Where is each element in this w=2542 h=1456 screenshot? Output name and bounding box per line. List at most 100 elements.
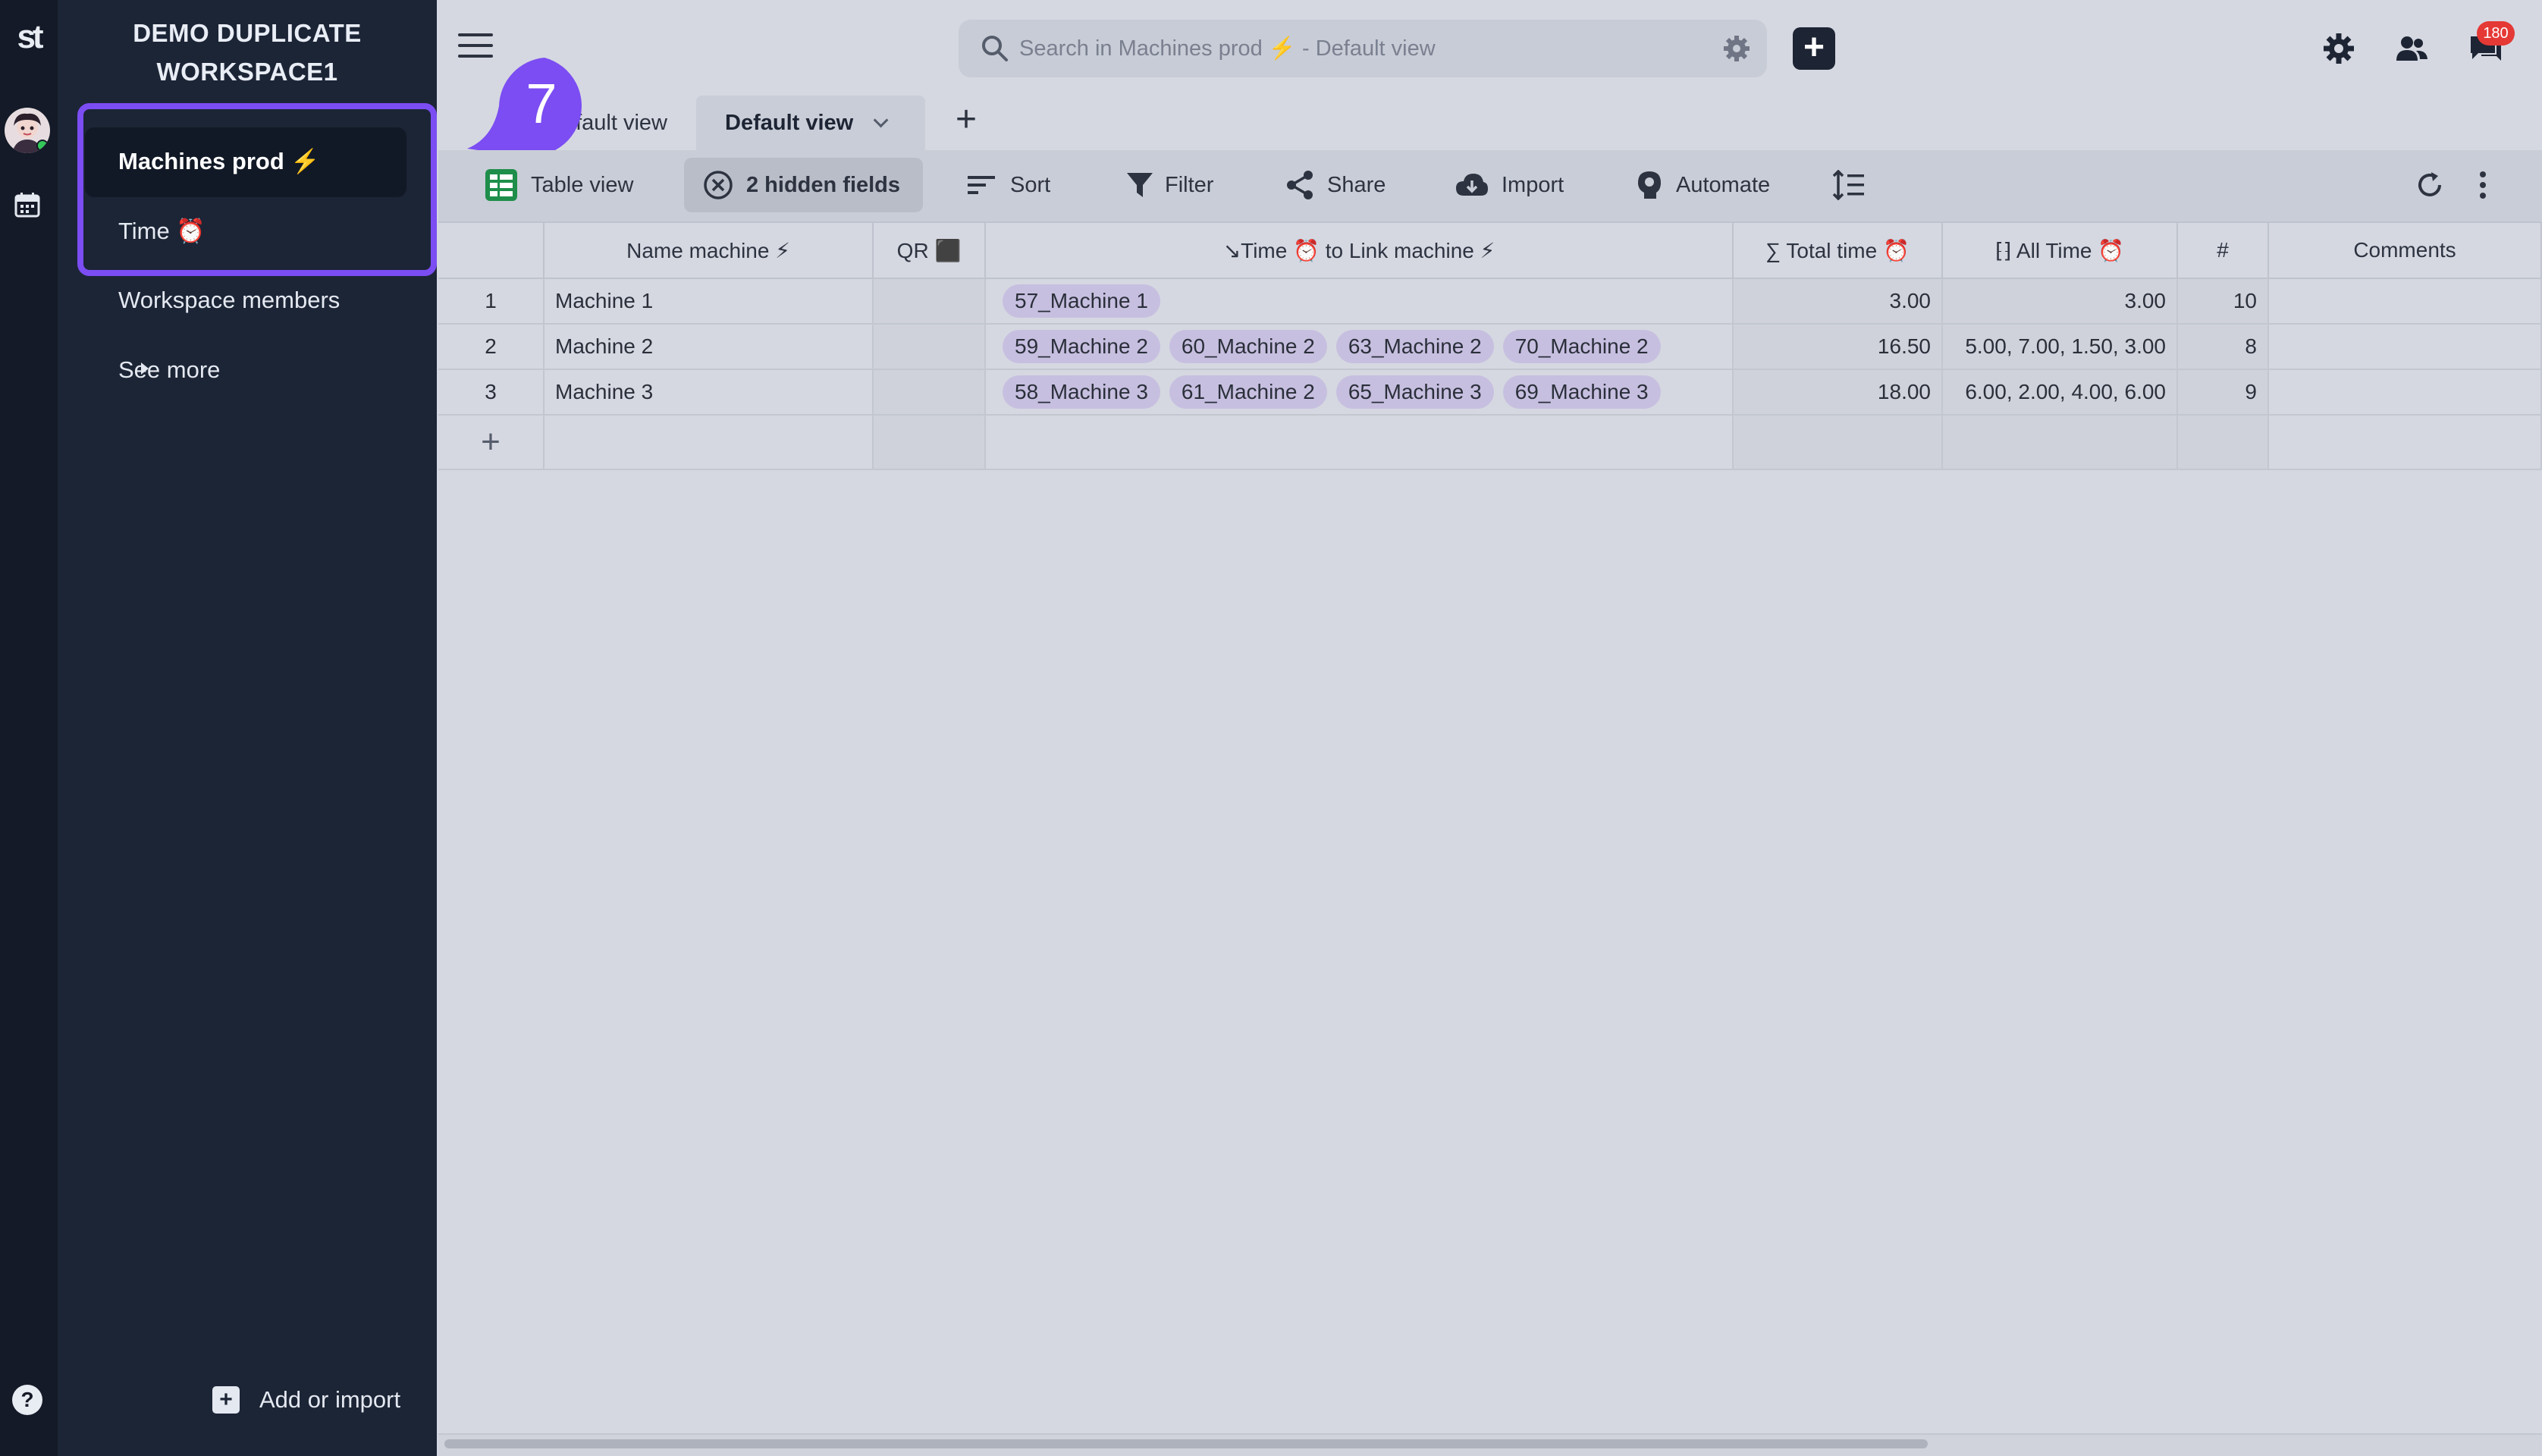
link-chip[interactable]: 57_Machine 1 xyxy=(1003,284,1160,318)
link-chip[interactable]: 69_Machine 3 xyxy=(1502,375,1661,409)
cell-total-time[interactable]: 3.00 xyxy=(1734,279,1943,325)
link-chip[interactable]: 70_Machine 2 xyxy=(1502,330,1661,363)
users-icon[interactable] xyxy=(2393,30,2430,67)
column-header-name-machine[interactable]: Name machine ⚡ xyxy=(544,221,874,279)
cell-name-machine[interactable]: Machine 2 xyxy=(544,325,874,370)
cell-name-machine[interactable]: Machine 1 xyxy=(544,279,874,325)
link-chip[interactable]: 65_Machine 3 xyxy=(1335,375,1494,409)
table-view-button[interactable]: Table view xyxy=(484,158,633,212)
highlight-annotation-box xyxy=(77,103,437,276)
link-chip[interactable]: 59_Machine 2 xyxy=(1003,330,1160,363)
cell-name-machine[interactable]: Machine 3 xyxy=(544,370,874,416)
cell-time-links[interactable]: 57_Machine 1 xyxy=(986,279,1734,325)
refresh-icon xyxy=(2418,172,2441,196)
table-header-index xyxy=(438,221,544,279)
hidden-fields-button[interactable]: 2 hidden fields xyxy=(684,158,924,212)
tab-default-view-2[interactable]: Default view xyxy=(696,96,925,150)
cell-qr[interactable] xyxy=(874,279,986,325)
view-toolbar: Table view 2 hidden fields Sort Filter S… xyxy=(438,150,2542,221)
add-row-cell xyxy=(1943,416,2178,470)
table-view-label: Table view xyxy=(531,172,634,197)
chevron-down-icon[interactable] xyxy=(873,112,889,128)
help-icon[interactable]: ? xyxy=(12,1385,42,1415)
import-button[interactable]: Import xyxy=(1455,158,1564,212)
more-vertical-icon xyxy=(2480,171,2486,199)
horizontal-scrollbar[interactable] xyxy=(444,1439,1928,1448)
sidebar-item-see-more[interactable]: See more xyxy=(118,356,220,384)
refresh-button[interactable] xyxy=(2415,158,2457,212)
add-record-button[interactable]: + xyxy=(1793,27,1835,70)
cell-time-links[interactable]: 59_Machine 2 60_Machine 2 63_Machine 2 7… xyxy=(986,325,1734,370)
hidden-fields-icon xyxy=(704,171,733,199)
row-index[interactable]: 1 xyxy=(438,279,544,325)
column-header-total-time[interactable]: ∑ Total time ⏰ xyxy=(1734,221,1943,279)
column-header-comments[interactable]: Comments xyxy=(2269,221,2542,279)
add-row-cell xyxy=(2178,416,2269,470)
link-chip[interactable]: 60_Machine 2 xyxy=(1169,330,1327,363)
more-options-button[interactable] xyxy=(2478,158,2500,212)
cell-qr[interactable] xyxy=(874,370,986,416)
add-row-cell xyxy=(986,416,1734,470)
add-row-cell xyxy=(2269,416,2542,470)
add-row-cell xyxy=(1734,416,1943,470)
plus-icon: + xyxy=(212,1386,240,1414)
column-header-number[interactable]: # xyxy=(2178,221,2269,279)
share-icon xyxy=(1287,171,1313,199)
settings-gear-icon[interactable] xyxy=(2321,30,2357,67)
add-or-import-label: Add or import xyxy=(259,1386,401,1413)
column-header-qr[interactable]: QR ⬛ xyxy=(874,221,986,279)
automate-icon xyxy=(1638,171,1661,199)
search-icon xyxy=(982,36,1008,61)
sidebar-item-workspace-members[interactable]: Workspace members xyxy=(118,287,340,314)
cell-number[interactable]: 10 xyxy=(2178,279,2269,325)
cell-number[interactable]: 8 xyxy=(2178,325,2269,370)
cell-all-time[interactable]: 6.00, 2.00, 4.00, 6.00 xyxy=(1943,370,2178,416)
cell-number[interactable]: 9 xyxy=(2178,370,2269,416)
add-or-import-button[interactable]: + Add or import xyxy=(212,1385,400,1415)
workspace-title-line2: WORKSPACE1 xyxy=(156,58,338,86)
hidden-fields-label: 2 hidden fields xyxy=(746,172,901,197)
automate-button[interactable]: Automate xyxy=(1635,158,1770,212)
automate-label: Automate xyxy=(1676,172,1771,197)
avatar[interactable] xyxy=(5,108,50,153)
workspace-title-line1: DEMO DUPLICATE xyxy=(133,19,362,47)
sort-button[interactable]: Sort xyxy=(968,158,1050,212)
sort-icon xyxy=(968,176,995,194)
link-chip[interactable]: 61_Machine 2 xyxy=(1169,375,1327,409)
search-bar[interactable] xyxy=(959,20,1767,77)
row-index[interactable]: 3 xyxy=(438,370,544,416)
add-row-cell xyxy=(874,416,986,470)
cell-qr[interactable] xyxy=(874,325,986,370)
app-logo[interactable]: st xyxy=(6,18,52,58)
share-label: Share xyxy=(1327,172,1386,197)
column-header-all-time[interactable]: ⁅⁆ All Time ⏰ xyxy=(1943,221,2178,279)
import-label: Import xyxy=(1502,172,1564,197)
cell-comments[interactable] xyxy=(2269,370,2542,416)
calendar-icon[interactable] xyxy=(14,191,41,218)
column-header-time-link[interactable]: ↘Time ⏰ to Link machine ⚡ xyxy=(986,221,1734,279)
cell-all-time[interactable]: 3.00 xyxy=(1943,279,2178,325)
filter-icon xyxy=(1127,173,1153,197)
notification-count-badge: 180 xyxy=(2477,21,2515,46)
cell-all-time[interactable]: 5.00, 7.00, 1.50, 3.00 xyxy=(1943,325,2178,370)
row-index[interactable]: 2 xyxy=(438,325,544,370)
add-row-button[interactable]: + xyxy=(438,416,544,470)
cell-total-time[interactable]: 16.50 xyxy=(1734,325,1943,370)
share-button[interactable]: Share xyxy=(1285,158,1386,212)
row-height-icon xyxy=(1832,170,1864,200)
tab-label: Default view xyxy=(725,110,854,135)
add-view-button[interactable]: + xyxy=(949,102,983,138)
filter-button[interactable]: Filter xyxy=(1127,158,1213,212)
link-chip[interactable]: 58_Machine 3 xyxy=(1003,375,1160,409)
cell-time-links[interactable]: 58_Machine 3 61_Machine 2 65_Machine 3 6… xyxy=(986,370,1734,416)
add-row-cell xyxy=(544,416,874,470)
search-input[interactable] xyxy=(1019,30,1671,67)
workspace-title[interactable]: DEMO DUPLICATE WORKSPACE1 xyxy=(58,14,437,91)
cell-comments[interactable] xyxy=(2269,279,2542,325)
search-settings-gear-icon[interactable] xyxy=(1721,33,1752,64)
row-height-button[interactable] xyxy=(1832,158,1878,212)
cell-comments[interactable] xyxy=(2269,325,2542,370)
table-icon xyxy=(485,169,517,201)
cell-total-time[interactable]: 18.00 xyxy=(1734,370,1943,416)
link-chip[interactable]: 63_Machine 2 xyxy=(1335,330,1494,363)
